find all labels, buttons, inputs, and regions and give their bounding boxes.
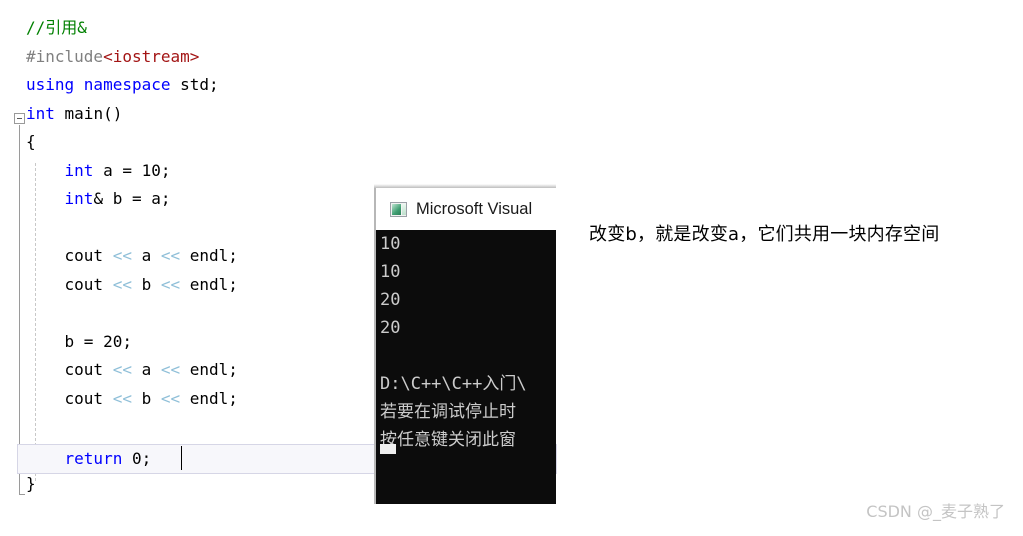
- code-token: 0;: [122, 449, 152, 468]
- console-output-line: D:\C++\C++入门\: [380, 374, 527, 394]
- console-title-bar[interactable]: Microsoft Visual: [376, 188, 556, 230]
- code-line[interactable]: {: [0, 128, 560, 157]
- code-token: int: [64, 189, 94, 208]
- code-token: <iostream>: [103, 46, 200, 66]
- code-token: cout: [26, 274, 113, 294]
- console-output-line: 按任意键关闭此窗: [380, 430, 516, 450]
- console-title-text: Microsoft Visual: [416, 199, 533, 218]
- csdn-watermark: CSDN @_麦子熟了: [866, 502, 1005, 521]
- explanation-note: 改变b，就是改变a，它们共用一块内存空间: [589, 224, 940, 245]
- code-token: <<: [112, 246, 132, 265]
- console-window[interactable]: Microsoft Visual 10 10 20 20 D:\C++\C++入门\ 若要…: [374, 188, 556, 504]
- code-token: <<: [112, 360, 132, 379]
- code-line[interactable]: #include<iostream>: [0, 43, 560, 72]
- console-output-line: 若要在调试停止时: [380, 402, 516, 422]
- code-token: std;: [180, 75, 219, 94]
- code-line[interactable]: using namespace std;: [0, 71, 560, 100]
- code-token: <<: [160, 246, 181, 265]
- code-token: cout: [26, 360, 113, 379]
- code-line[interactable]: int main(): [0, 100, 560, 129]
- code-token: b: [131, 388, 161, 408]
- code-token: a: [131, 246, 161, 265]
- code-token: using namespace: [26, 75, 181, 94]
- code-token: & b = a;: [93, 189, 171, 208]
- code-token: b = 20;: [26, 331, 132, 351]
- console-output-line: 20: [380, 318, 401, 338]
- code-token: endl;: [180, 274, 238, 294]
- code-token: endl;: [180, 360, 238, 379]
- code-line[interactable]: int a = 10;: [0, 157, 560, 186]
- code-token: {: [26, 132, 36, 151]
- code-token: <<: [112, 388, 132, 408]
- code-token: <<: [160, 360, 181, 379]
- console-output-line: 10: [380, 262, 401, 282]
- code-token: b: [131, 274, 161, 294]
- code-token: #include: [26, 46, 104, 66]
- code-token: int: [64, 160, 94, 180]
- code-token: <<: [112, 274, 132, 294]
- console-output-area: 10 10 20 20 D:\C++\C++入门\ 若要在调试停止时 按任意键关闭此窗: [376, 230, 556, 504]
- code-token: endl;: [180, 246, 238, 265]
- current-line-code[interactable]: return 0;: [26, 448, 152, 470]
- code-line[interactable]: //引用&: [0, 14, 560, 43]
- code-token: int: [26, 103, 55, 123]
- code-token: main(): [54, 103, 123, 123]
- code-token: //引用&: [26, 18, 87, 37]
- text-caret: [181, 446, 182, 470]
- code-token: return: [64, 449, 123, 468]
- code-token: endl;: [180, 388, 238, 408]
- code-token: cout: [26, 388, 113, 408]
- code-token: cout: [26, 246, 113, 265]
- console-output-line: 20: [380, 290, 401, 310]
- code-token: <<: [160, 274, 181, 294]
- console-output-line: 10: [380, 234, 401, 254]
- console-block-cursor: [380, 444, 396, 454]
- code-token: <<: [160, 388, 181, 408]
- code-token: a = 10;: [93, 160, 171, 180]
- code-token: }: [26, 474, 36, 493]
- console-window-icon: [390, 201, 407, 217]
- code-token: a: [131, 360, 161, 379]
